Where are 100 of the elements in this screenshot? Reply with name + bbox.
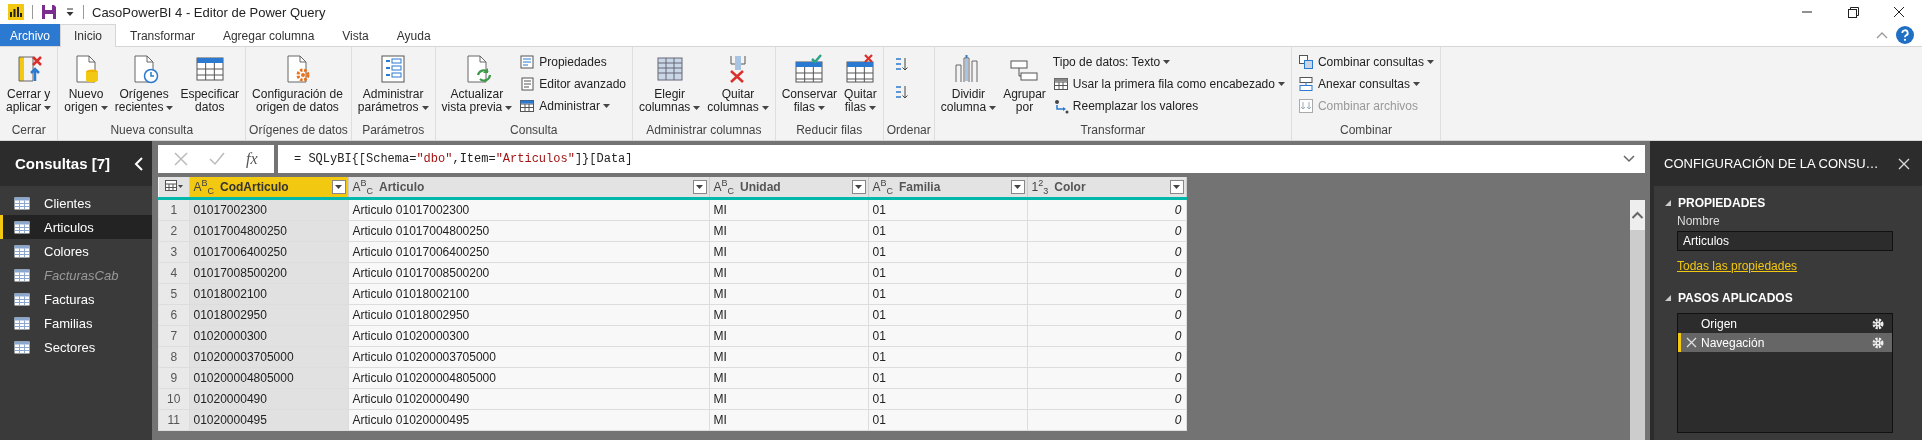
- row-number: 2: [158, 220, 189, 242]
- row-number: 3: [158, 241, 189, 263]
- properties-link[interactable]: Todas las propiedades: [1677, 259, 1798, 273]
- document-icon: [519, 76, 536, 92]
- query-item[interactable]: Familias: [0, 311, 152, 335]
- filter-button[interactable]: [331, 180, 346, 194]
- ribbon-button[interactable]: Elegir columnas: [636, 51, 704, 116]
- applied-step[interactable]: Origen: [1678, 314, 1892, 333]
- filter-button[interactable]: [851, 180, 866, 194]
- ribbon-button[interactable]: Especificar datos: [177, 51, 243, 116]
- caret-icon: [1014, 185, 1021, 189]
- ribbon-button[interactable]: Propiedades: [516, 52, 629, 72]
- function-label[interactable]: fx: [246, 150, 258, 168]
- scroll-up-icon[interactable]: [1630, 200, 1645, 230]
- column-name: Familia: [899, 180, 942, 194]
- column-header[interactable]: A$^{B}$$_{C}$ Familia: [868, 177, 1027, 199]
- table-cell: MI: [709, 388, 868, 410]
- table-cell: Articulo 01017004800250: [348, 220, 709, 242]
- table-cell: 01: [868, 262, 1027, 284]
- caret-icon: [818, 105, 826, 110]
- row-number: 1: [158, 198, 189, 221]
- collapse-ribbon-icon[interactable]: [1876, 31, 1888, 39]
- file-tab[interactable]: Archivo: [0, 24, 60, 46]
- column-header[interactable]: A$^{B}$$_{C}$ Unidad: [709, 177, 868, 199]
- dropdown-icon[interactable]: [65, 7, 75, 17]
- ribbon-button[interactable]: Anexar consultas: [1294, 74, 1437, 94]
- ribbon-button[interactable]: Orígenes recientes: [111, 51, 177, 116]
- ribbon-button[interactable]: Quitar columnas: [704, 51, 772, 116]
- caret-icon: [1277, 82, 1285, 86]
- ribbon-button[interactable]: Tipo de datos: Texto: [1049, 52, 1288, 72]
- applied-step[interactable]: Navegación: [1678, 333, 1892, 352]
- query-item[interactable]: Sectores: [0, 335, 152, 359]
- table-cell: 0: [1027, 220, 1186, 242]
- table-menu-icon[interactable]: [164, 179, 183, 192]
- name-field[interactable]: Articulos: [1677, 231, 1893, 251]
- filter-button[interactable]: [1169, 180, 1184, 194]
- section-heading: PASOS APLICADOS: [1678, 291, 1793, 305]
- check-icon[interactable]: [209, 152, 226, 166]
- ribbon-button[interactable]: Combinar consultas: [1294, 52, 1437, 72]
- group-label: Ordenar: [886, 122, 931, 139]
- column-name: Color: [1054, 180, 1087, 194]
- table-icon: [14, 292, 30, 306]
- column-name: Unidad: [740, 180, 782, 194]
- query-item[interactable]: Clientes: [0, 191, 152, 215]
- ribbon-button[interactable]: Administrar parámetros: [354, 51, 432, 116]
- ribbon-button[interactable]: Actualizar vista previa: [438, 51, 516, 116]
- ribbon-tab[interactable]: Agregar columna: [208, 24, 329, 46]
- scrollbar[interactable]: [1630, 200, 1645, 440]
- ribbon-button[interactable]: Editor avanzado: [516, 74, 629, 94]
- ribbon-tab[interactable]: Transformar: [116, 24, 209, 46]
- field-label: Nombre: [1677, 214, 1721, 228]
- table-cell: 01: [868, 409, 1027, 431]
- table-icon: [14, 244, 30, 258]
- column-header[interactable]: 1$^{2}$$_{3}$ Color: [1027, 177, 1186, 199]
- table-cell: Articulo 01020000300: [348, 325, 709, 347]
- table-cell: Articulo 010200003705000: [348, 346, 709, 368]
- filter-button[interactable]: [1010, 180, 1025, 194]
- delete-icon[interactable]: [1686, 337, 1697, 348]
- table-cell: Articulo 010200004805000: [348, 367, 709, 389]
- ribbon-button[interactable]: Usar la primera fila como encabezado: [1049, 74, 1288, 94]
- ribbon-button[interactable]: Configuración de origen de datos: [249, 51, 346, 116]
- table-cell: MI: [709, 346, 868, 368]
- table-cell: 01: [868, 241, 1027, 263]
- table-cell: Articulo 01018002100: [348, 283, 709, 305]
- table-cell: 0: [1027, 325, 1186, 347]
- ribbon-tab[interactable]: Ayuda: [382, 24, 445, 46]
- query-item[interactable]: Colores: [0, 239, 152, 263]
- expand-triangle-icon[interactable]: [1664, 294, 1672, 302]
- expand-icon[interactable]: [1623, 155, 1635, 163]
- ribbon-button[interactable]: Agrupar por: [1000, 51, 1049, 116]
- table-icon: [14, 196, 30, 210]
- ribbon-button[interactable]: Reemplazar los valores: [1049, 96, 1288, 116]
- column-header[interactable]: A$^{B}$$_{C}$ Articulo: [348, 177, 709, 199]
- expand-triangle-icon[interactable]: [1664, 199, 1672, 207]
- table-cell: 01: [868, 220, 1027, 242]
- ribbon-tab[interactable]: Inicio: [60, 24, 117, 47]
- ribbon-tab[interactable]: Vista: [328, 24, 383, 46]
- group-label: Cerrar: [10, 122, 47, 139]
- ribbon-button[interactable]: Cerrar y aplicar: [3, 51, 55, 116]
- caret-icon: [100, 105, 108, 110]
- formula-field[interactable]: = SQLyBI{[Schema="dbo",Item="Articulos"]}[Data]: [278, 145, 1645, 173]
- ribbon-button[interactable]: Administrar: [516, 96, 629, 116]
- close-icon[interactable]: [1898, 157, 1910, 170]
- ribbon-button[interactable]: Nuevo origen: [61, 51, 111, 116]
- settings-icon[interactable]: [1872, 317, 1884, 330]
- caret-icon: [1427, 60, 1434, 64]
- caret-icon: [602, 104, 610, 108]
- help-icon[interactable]: [1896, 26, 1914, 44]
- save-icon[interactable]: [41, 4, 57, 20]
- caret-icon: [1163, 60, 1171, 64]
- ribbon-button[interactable]: Conservar filas: [778, 51, 841, 116]
- ribbon-button[interactable]: Quitar filas: [841, 51, 880, 116]
- query-item[interactable]: Facturas: [0, 287, 152, 311]
- table-cell: 0: [1027, 241, 1186, 263]
- filter-button[interactable]: [692, 180, 707, 194]
- ribbon-button[interactable]: Dividir columna: [937, 51, 1000, 116]
- query-item[interactable]: Articulos: [0, 215, 152, 239]
- table-cell: 0: [1027, 346, 1186, 368]
- collapse-icon[interactable]: [134, 156, 144, 171]
- column-header[interactable]: A$^{B}$$_{C}$ CodArticulo: [189, 177, 348, 199]
